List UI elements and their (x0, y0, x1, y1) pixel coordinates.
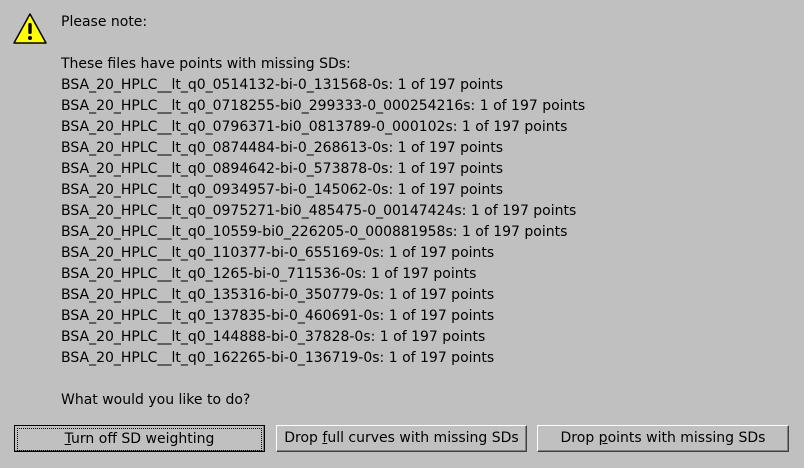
file-list-item: BSA_20_HPLC__lt_q0_0796371-bi0_0813789-0… (61, 119, 568, 135)
message-question: What would you like to do? (61, 392, 251, 408)
file-list-item: BSA_20_HPLC__lt_q0_162265-bi-0_136719-0s… (61, 350, 495, 366)
turn-off-sd-weighting-label: Turn off SD weighting (17, 428, 262, 451)
turn-off-sd-weighting-button[interactable]: Turn off SD weighting (14, 425, 265, 452)
file-list: BSA_20_HPLC__lt_q0_0514132-bi-0_131568-0… (61, 75, 791, 369)
file-list-item: BSA_20_HPLC__lt_q0_144888-bi-0_37828-0s:… (61, 329, 486, 345)
drop-points-button[interactable]: Drop points with missing SDs (537, 425, 789, 452)
file-list-item: BSA_20_HPLC__lt_q0_110377-bi-0_655169-0s… (61, 245, 495, 261)
drop-full-curves-label: Drop full curves with missing SDs (284, 430, 518, 446)
drop-points-label: Drop points with missing SDs (561, 430, 766, 446)
file-list-item: BSA_20_HPLC__lt_q0_0975271-bi0_485475-0_… (61, 203, 577, 219)
message-heading: Please note: (61, 14, 148, 30)
button-row: Turn off SD weighting Drop full curves w… (14, 425, 790, 453)
missing-sd-dialog: Please note: These files have points wit… (0, 0, 804, 468)
drop-full-curves-button[interactable]: Drop full curves with missing SDs (276, 425, 527, 452)
file-list-item: BSA_20_HPLC__lt_q0_0514132-bi-0_131568-0… (61, 77, 504, 93)
mnemonic: p (598, 430, 608, 446)
label-rest: ull curves with missing SDs (327, 430, 519, 446)
file-list-item: BSA_20_HPLC__lt_q0_0934957-bi-0_145062-0… (61, 182, 504, 198)
warning-icon (12, 12, 48, 45)
file-list-item: BSA_20_HPLC__lt_q0_0874484-bi-0_268613-0… (61, 140, 504, 156)
file-list-item: BSA_20_HPLC__lt_q0_137835-bi-0_460691-0s… (61, 308, 495, 324)
message-area: Please note: These files have points wit… (61, 12, 791, 411)
label-before: Drop (560, 430, 599, 446)
file-list-item: BSA_20_HPLC__lt_q0_10559-bi0_226205-0_00… (61, 224, 568, 240)
label-rest: urn off SD weighting (71, 431, 215, 447)
label-before: Drop (284, 430, 323, 446)
file-list-item: BSA_20_HPLC__lt_q0_1265-bi-0_711536-0s: … (61, 266, 477, 282)
file-list-item: BSA_20_HPLC__lt_q0_0718255-bi0_299333-0_… (61, 98, 586, 114)
message-intro: These files have points with missing SDs… (61, 56, 351, 72)
file-list-item: BSA_20_HPLC__lt_q0_135316-bi-0_350779-0s… (61, 287, 495, 303)
file-list-item: BSA_20_HPLC__lt_q0_0894642-bi-0_573878-0… (61, 161, 504, 177)
label-rest: oints with missing SDs (607, 430, 766, 446)
